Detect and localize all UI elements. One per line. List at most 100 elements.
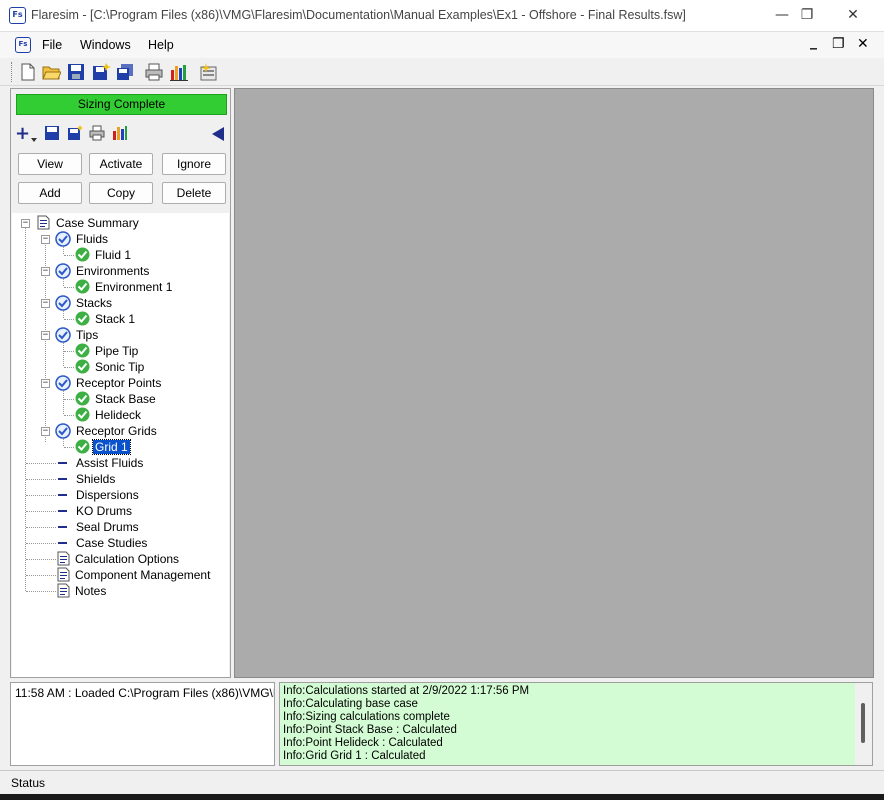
tree-connector <box>26 495 56 496</box>
tree-node-receptor-points[interactable]: − Receptor Points <box>12 375 229 391</box>
tree-label: Environments <box>76 264 150 278</box>
delete-button[interactable]: Delete <box>162 182 226 204</box>
document-icon[interactable]: Fs <box>15 37 31 53</box>
tree-node-case-studies[interactable]: Case Studies <box>12 535 229 551</box>
scrollbar-thumb[interactable] <box>861 703 865 743</box>
tree-node-pipe-tip[interactable]: Pipe Tip <box>12 343 229 359</box>
copy-button[interactable]: Copy <box>89 182 153 204</box>
collapse-toggle[interactable]: − <box>41 331 50 340</box>
check-circle-icon <box>75 279 90 294</box>
tree-node-notes[interactable]: Notes <box>12 583 229 599</box>
save-as-icon[interactable] <box>67 125 83 143</box>
tree-label: Shields <box>76 472 116 486</box>
main-toolbar <box>0 58 884 86</box>
tree-node-ko-drums[interactable]: KO Drums <box>12 503 229 519</box>
log-scrollbar[interactable] <box>855 683 872 765</box>
tree-label: Pipe Tip <box>95 344 139 358</box>
open-folder-icon[interactable] <box>41 62 62 82</box>
tree-node-stack-base[interactable]: Stack Base <box>12 391 229 407</box>
collapse-toggle[interactable]: − <box>41 299 50 308</box>
save-icon[interactable] <box>44 125 60 143</box>
event-log[interactable]: 11:58 AM : Loaded C:\Program Files (x86)… <box>10 682 275 766</box>
tree-node-fluid-1[interactable]: Fluid 1 <box>12 247 229 263</box>
collapse-toggle[interactable]: − <box>41 235 50 244</box>
tree-node-dispersions[interactable]: Dispersions <box>12 487 229 503</box>
collapse-toggle[interactable]: − <box>41 379 50 388</box>
event-log-entry: 11:58 AM : Loaded C:\Program Files (x86)… <box>15 686 274 700</box>
save-as-icon[interactable] <box>91 62 111 82</box>
print-icon[interactable] <box>89 125 105 143</box>
collapse-toggle[interactable]: − <box>41 427 50 436</box>
check-circle-icon <box>55 263 71 279</box>
log-line: Info:Calculations started at 2/9/2022 1:… <box>283 685 530 697</box>
title-bar: Fs Flaresim - [C:\Program Files (x86)\VM… <box>0 0 884 32</box>
tree-connector <box>26 559 56 560</box>
print-icon[interactable] <box>144 62 164 82</box>
ignore-button[interactable]: Ignore <box>162 153 226 175</box>
case-tree[interactable]: − Case Summary − Fluids Fluid 1 − Enviro… <box>12 213 229 677</box>
tree-label: Receptor Points <box>76 376 162 390</box>
check-circle-icon <box>55 295 71 311</box>
tree-node-calculation-options[interactable]: Calculation Options <box>12 551 229 567</box>
maximize-button[interactable]: ❐ <box>784 0 830 32</box>
tree-node-environment-1[interactable]: Environment 1 <box>12 279 229 295</box>
mdi-workspace[interactable] <box>234 88 874 678</box>
tree-node-fluids[interactable]: − Fluids <box>12 231 229 247</box>
tree-connector <box>64 351 74 352</box>
toolbar-grip[interactable] <box>11 62 14 82</box>
close-button[interactable]: ✕ <box>830 0 876 32</box>
tree-node-tips[interactable]: − Tips <box>12 327 229 343</box>
new-file-icon[interactable] <box>18 62 38 82</box>
menu-bar: Fs File Windows Help _ ❐ ✕ <box>0 32 884 58</box>
tree-label: KO Drums <box>76 504 133 518</box>
add-button[interactable]: Add <box>18 182 82 204</box>
tree-node-environments[interactable]: − Environments <box>12 263 229 279</box>
tree-connector <box>26 527 56 528</box>
tree-node-component-management[interactable]: Component Management <box>12 567 229 583</box>
collapse-toggle[interactable]: − <box>41 267 50 276</box>
mdi-restore-button[interactable]: ❐ <box>832 36 845 52</box>
document-icon <box>57 583 70 598</box>
tree-label: Helideck <box>95 408 142 422</box>
tree-label: Sonic Tip <box>95 360 145 374</box>
tree-node-assist-fluids[interactable]: Assist Fluids <box>12 455 229 471</box>
tree-node-seal-drums[interactable]: Seal Drums <box>12 519 229 535</box>
tree-connector <box>26 511 56 512</box>
view-button[interactable]: View <box>18 153 82 175</box>
report-chart-icon[interactable] <box>112 125 128 143</box>
mdi-close-button[interactable]: ✕ <box>857 36 869 52</box>
tree-label: Case Summary <box>56 216 139 230</box>
properties-icon[interactable] <box>198 62 218 82</box>
activate-button[interactable]: Activate <box>89 153 153 175</box>
check-circle-icon <box>55 231 71 247</box>
tree-node-stacks[interactable]: − Stacks <box>12 295 229 311</box>
tree-node-sonic-tip[interactable]: Sonic Tip <box>12 359 229 375</box>
save-icon[interactable] <box>66 62 86 82</box>
tree-node-grid-1[interactable]: Grid 1 <box>12 439 229 455</box>
menu-help[interactable]: Help <box>148 38 174 52</box>
save-all-icon[interactable] <box>115 62 135 82</box>
report-chart-icon[interactable] <box>169 62 189 82</box>
tree-label: Assist Fluids <box>76 456 144 470</box>
collapse-panel-icon[interactable] <box>212 127 224 145</box>
menu-file[interactable]: File <box>42 38 62 52</box>
calculation-log[interactable]: Info:Calculations started at 2/9/2022 1:… <box>279 682 873 766</box>
tree-label: Fluids <box>76 232 109 246</box>
status-badge: Sizing Complete <box>16 94 227 115</box>
menu-windows[interactable]: Windows <box>80 38 131 52</box>
tree-node-helideck[interactable]: Helideck <box>12 407 229 423</box>
mdi-minimize-button[interactable]: _ <box>810 34 817 50</box>
add-object-icon[interactable]: + <box>15 123 30 144</box>
empty-category-icon <box>58 542 67 544</box>
log-line: Info:Point Stack Base : Calculated <box>283 724 457 736</box>
tree-node-shields[interactable]: Shields <box>12 471 229 487</box>
tree-node-receptor-grids[interactable]: − Receptor Grids <box>12 423 229 439</box>
tree-node-case-summary[interactable]: − Case Summary <box>12 215 229 231</box>
status-text: Status <box>11 776 46 790</box>
collapse-toggle[interactable]: − <box>21 219 30 228</box>
dropdown-arrow-icon[interactable] <box>31 131 37 149</box>
tree-connector <box>64 287 74 288</box>
log-line: Info:Calculating base case <box>283 698 418 710</box>
tree-connector <box>26 463 56 464</box>
tree-node-stack-1[interactable]: Stack 1 <box>12 311 229 327</box>
